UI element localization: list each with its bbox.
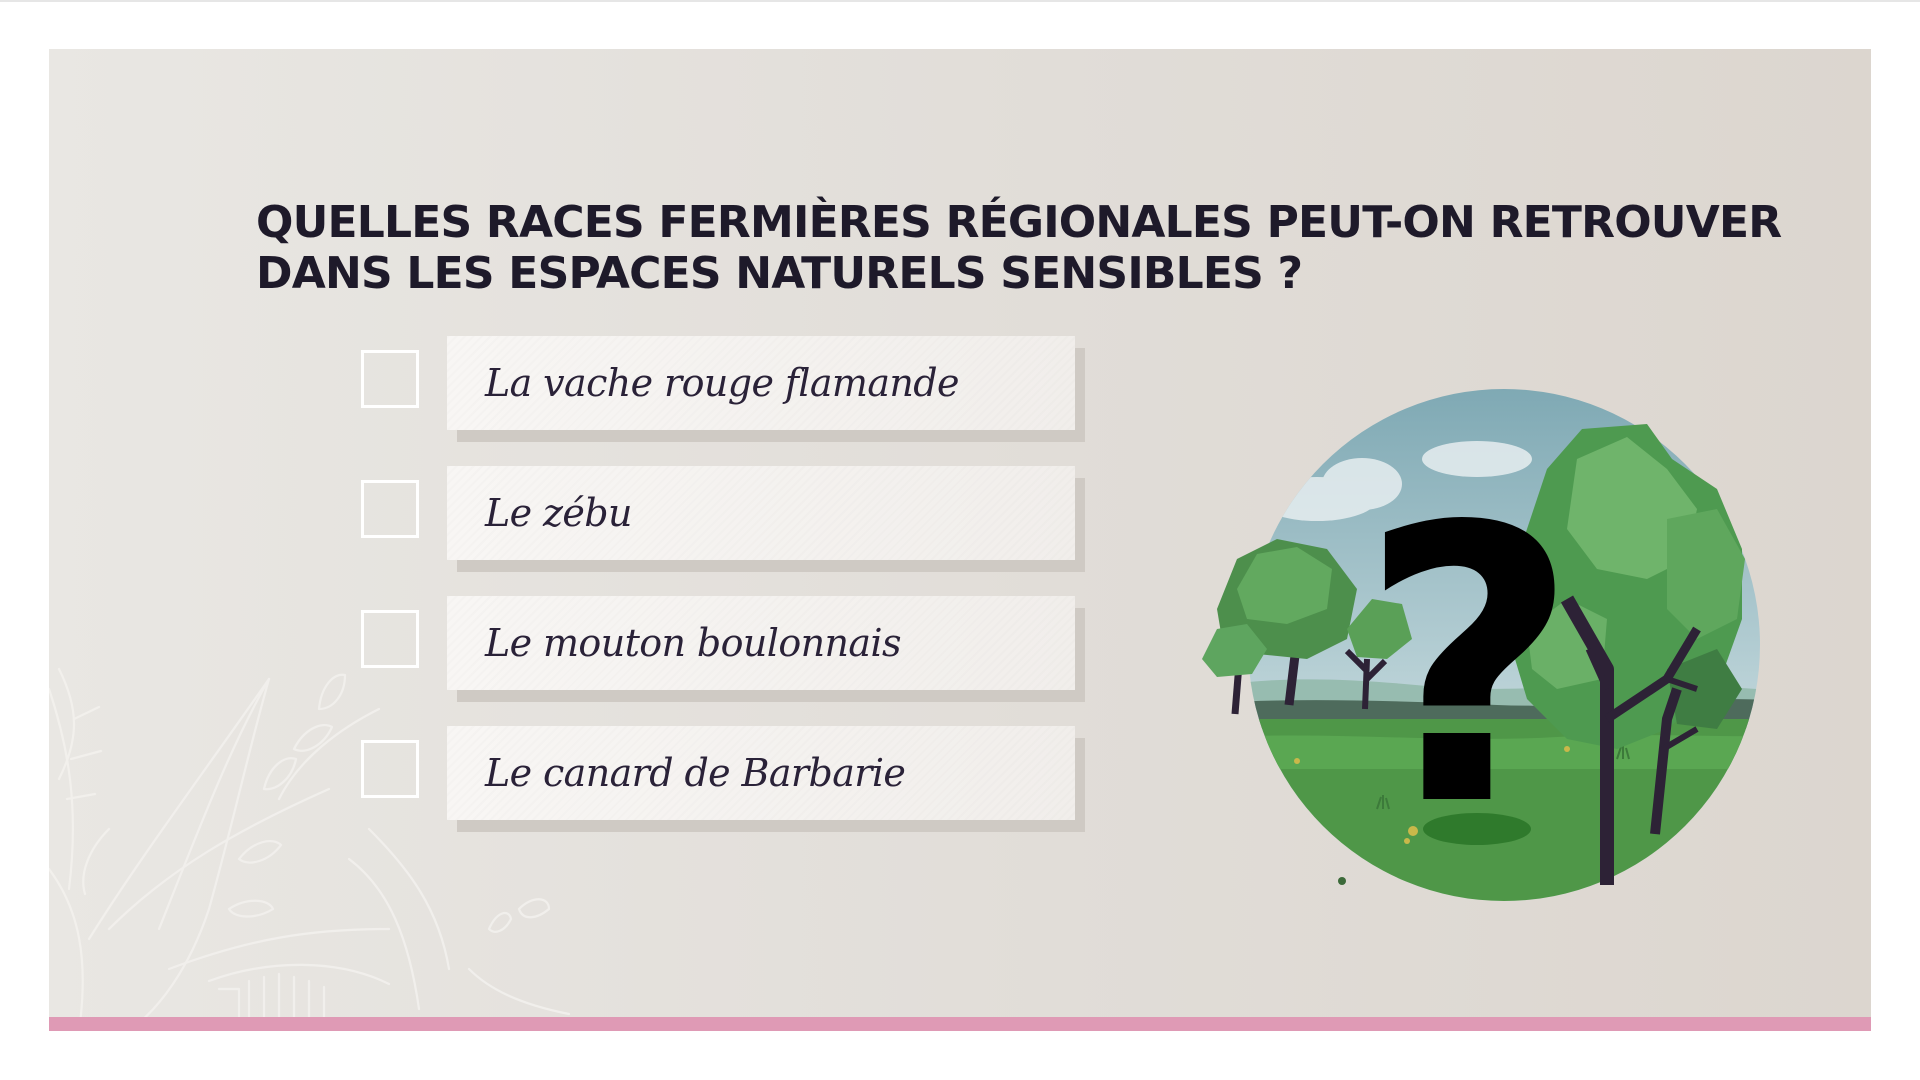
answer-label-4: Le canard de Barbarie — [485, 751, 906, 795]
answer-option-1: La vache rouge flamande — [361, 336, 1101, 442]
answer-label-2: Le zébu — [485, 491, 633, 535]
top-divider — [0, 0, 1920, 2]
answer-option-3: Le mouton boulonnais — [361, 596, 1101, 702]
answer-checkbox-4[interactable] — [361, 740, 419, 798]
answer-card-3[interactable]: Le mouton boulonnais — [447, 596, 1075, 690]
answer-checkbox-3[interactable] — [361, 610, 419, 668]
answer-card-4[interactable]: Le canard de Barbarie — [447, 726, 1075, 820]
answer-card-2[interactable]: Le zébu — [447, 466, 1075, 560]
answer-card-1[interactable]: La vache rouge flamande — [447, 336, 1075, 430]
question-mark-symbol: ? — [1359, 446, 1579, 889]
question-title: QUELLES RACES FERMIÈRES RÉGIONALES PEUT-… — [256, 197, 1782, 299]
quiz-panel: QUELLES RACES FERMIÈRES RÉGIONALES PEUT-… — [49, 49, 1871, 1031]
answer-label-1: La vache rouge flamande — [485, 361, 959, 405]
answer-checkbox-1[interactable] — [361, 350, 419, 408]
answer-option-2: Le zébu — [361, 466, 1101, 572]
question-line-2: DANS LES ESPACES NATURELS SENSIBLES ? — [256, 248, 1303, 299]
question-line-1: QUELLES RACES FERMIÈRES RÉGIONALES PEUT-… — [256, 197, 1782, 248]
answer-checkbox-2[interactable] — [361, 480, 419, 538]
accent-bar — [49, 1017, 1871, 1031]
answer-option-4: Le canard de Barbarie — [361, 726, 1101, 832]
question-mark-landscape-icon: ? — [1202, 389, 1760, 901]
answer-label-3: Le mouton boulonnais — [485, 621, 901, 665]
